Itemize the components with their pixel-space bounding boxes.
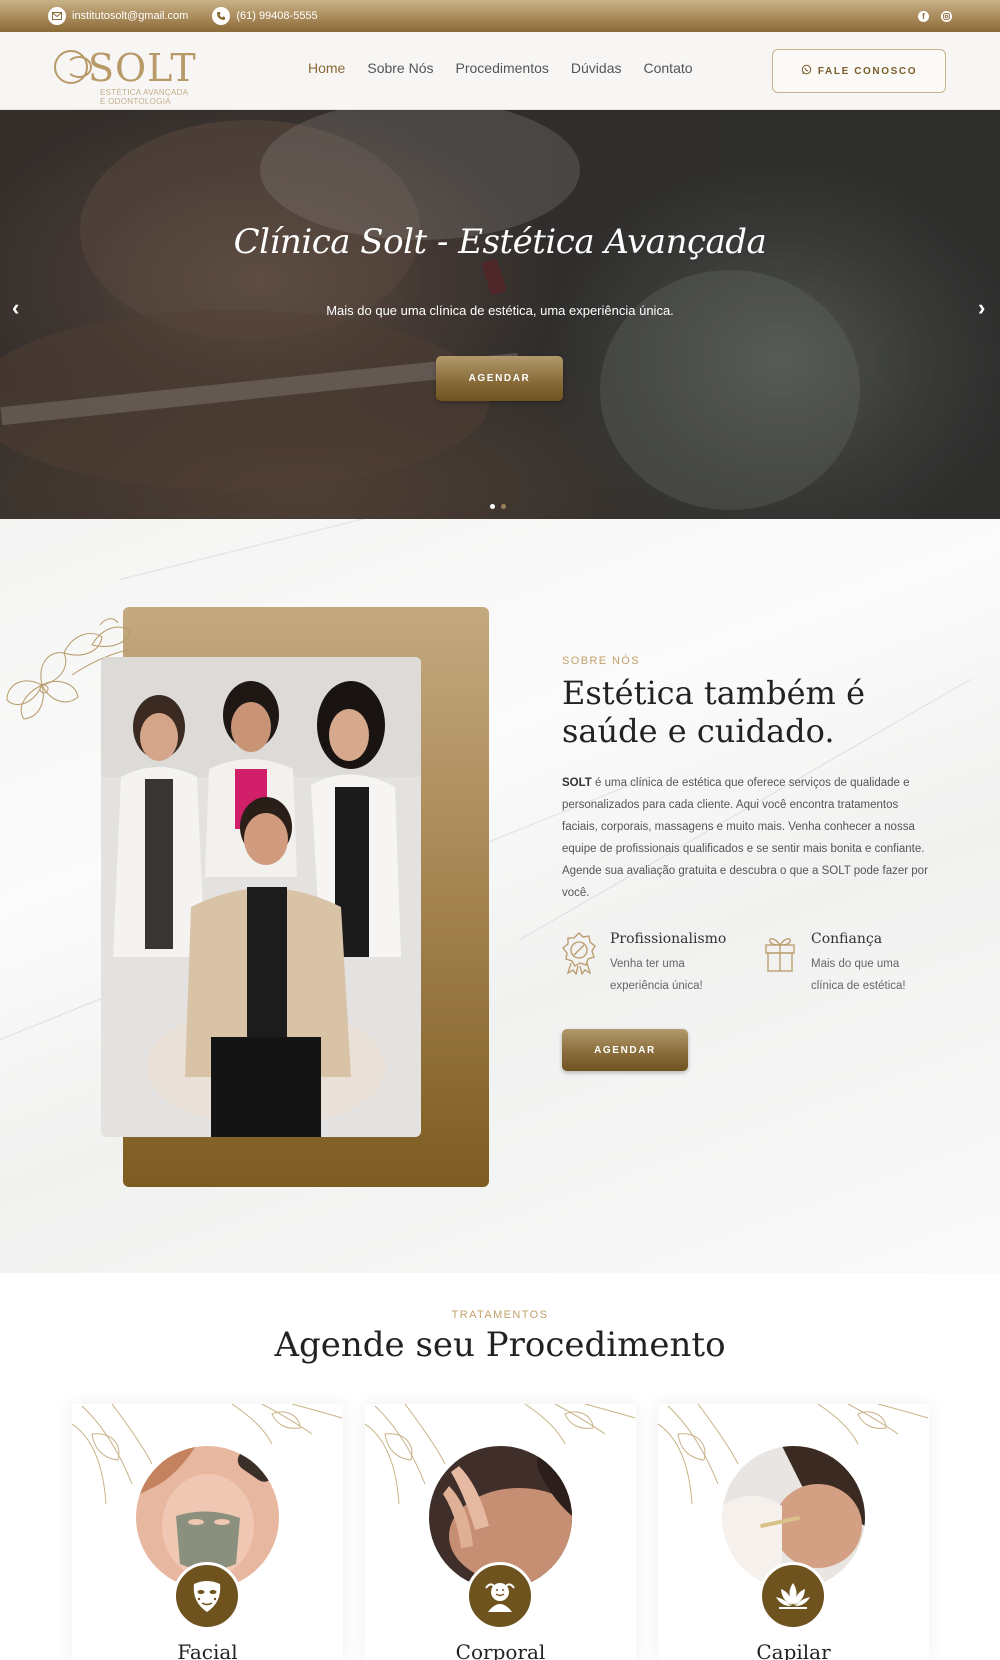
treatments-section: TRATAMENTOS Agende seu Procedimento Faci…: [0, 1273, 1000, 1660]
phone-contact[interactable]: (61) 99408-5555: [212, 7, 318, 25]
about-section: SOBRE NÓS Estética também é saúde e cuid…: [0, 519, 1000, 1273]
about-title: Estética também é saúde e cuidado.: [562, 674, 865, 750]
nav-duvidas[interactable]: Dúvidas: [571, 60, 622, 76]
hero-slider: Clínica Solt - Estética Avançada Mais do…: [0, 110, 1000, 519]
phone-icon: [212, 7, 231, 25]
fale-conosco-label: FALE CONOSCO: [817, 65, 918, 77]
treatments-kicker: TRATAMENTOS: [451, 1309, 549, 1321]
nav-contato[interactable]: Contato: [644, 60, 693, 76]
hero-agendar-button[interactable]: AGENDAR: [436, 356, 563, 401]
top-bar: institutosolt@gmail.com (61) 99408-5555 …: [0, 0, 1000, 32]
hero-title: Clínica Solt - Estética Avançada: [233, 222, 767, 262]
email-text: institutosolt@gmail.com: [72, 10, 189, 22]
slider-next-arrow[interactable]: ›: [978, 295, 985, 321]
about-kicker: SOBRE NÓS: [562, 655, 641, 667]
slider-dot-2[interactable]: [501, 504, 506, 509]
about-description: SOLT é uma clínica de estética que ofere…: [562, 777, 928, 899]
fale-conosco-button[interactable]: FALE CONOSCO: [772, 49, 946, 93]
nav-home[interactable]: Home: [308, 60, 345, 76]
treatment-card-capilar[interactable]: Capilar: [658, 1404, 929, 1660]
feature-text: Mais do que uma clínica de estética!: [811, 958, 906, 992]
feature-text: Venha ter uma experiência única!: [610, 958, 703, 992]
award-badge-icon: [562, 932, 596, 975]
solt-logo[interactable]: SOLT ESTÉTICA AVANÇADA E ODONTOLOGIA: [52, 40, 212, 106]
envelope-icon: [48, 7, 66, 25]
site-header: SOLT ESTÉTICA AVANÇADA E ODONTOLOGIA Hom…: [0, 32, 1000, 110]
feature-title: Confiança: [811, 931, 883, 947]
main-nav: Home Sobre Nós Procedimentos Dúvidas Con…: [308, 60, 693, 76]
slider-prev-arrow[interactable]: ‹: [12, 295, 19, 321]
logo-tagline: ESTÉTICA AVANÇADA E ODONTOLOGIA: [100, 88, 189, 106]
treatment-card-facial[interactable]: Facial: [72, 1404, 343, 1660]
face-mask-icon: [173, 1562, 241, 1630]
nav-sobre-nos[interactable]: Sobre Nós: [367, 60, 433, 76]
about-agendar-button[interactable]: AGENDAR: [562, 1029, 688, 1071]
team-photo: [101, 657, 421, 1137]
body-massage-icon: [466, 1562, 534, 1630]
logo-wordmark: SOLT: [88, 46, 197, 90]
instagram-icon[interactable]: [941, 10, 952, 22]
card-title: Corporal: [455, 1640, 546, 1660]
gift-box-icon: [765, 938, 795, 972]
card-title: Capilar: [756, 1640, 831, 1660]
facebook-icon[interactable]: f: [918, 10, 929, 22]
social-links: f: [918, 10, 952, 22]
lotus-icon: [759, 1562, 827, 1630]
slider-dots: [490, 504, 506, 509]
phone-text: (61) 99408-5555: [236, 10, 318, 22]
hero-subtitle: Mais do que uma clínica de estética, uma…: [326, 303, 674, 318]
nav-procedimentos[interactable]: Procedimentos: [456, 60, 549, 76]
whatsapp-icon: [801, 64, 812, 78]
feature-title: Profissionalismo: [610, 931, 727, 947]
slider-dot-1[interactable]: [490, 504, 495, 509]
email-contact[interactable]: institutosolt@gmail.com: [48, 7, 188, 25]
treatments-title: Agende seu Procedimento: [274, 1325, 726, 1365]
treatment-card-corporal[interactable]: Corporal: [365, 1404, 636, 1660]
card-title: Facial: [177, 1640, 238, 1660]
